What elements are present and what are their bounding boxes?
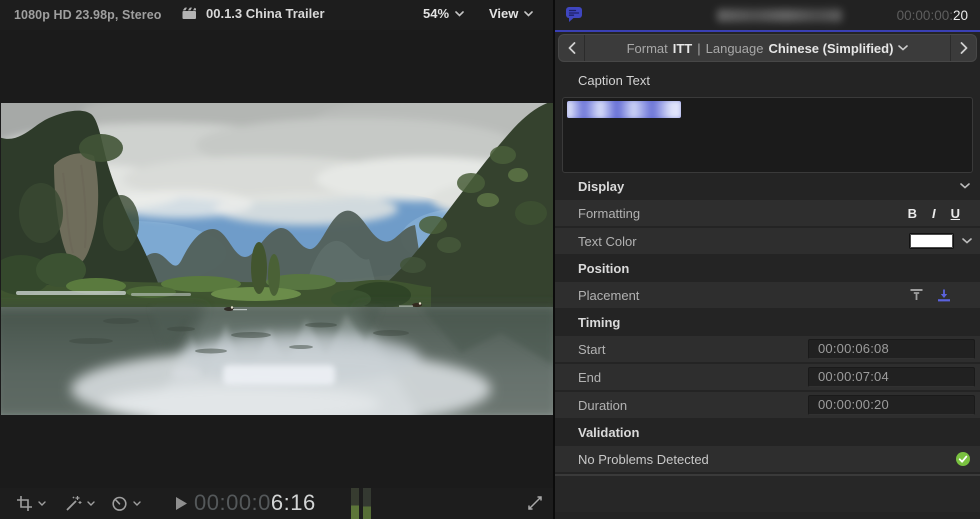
inspector-footer bbox=[555, 476, 980, 512]
next-caption-button[interactable] bbox=[950, 35, 976, 61]
underline-button[interactable]: U bbox=[951, 206, 960, 221]
magic-wand-icon bbox=[64, 495, 82, 512]
caption-inspector-pane: 00:00:00:20 Format ITT | Language Chines… bbox=[555, 0, 980, 519]
inspector-content: Caption Text Display Formatting B I bbox=[555, 64, 980, 512]
prev-caption-button[interactable] bbox=[559, 35, 585, 61]
end-row: End 00:00:07:04 bbox=[555, 364, 980, 390]
format-language-bar: Format ITT | Language Chinese (Simplifie… bbox=[558, 34, 977, 62]
retime-button[interactable] bbox=[111, 495, 141, 512]
audio-meter-left bbox=[351, 488, 359, 519]
section-header-display[interactable]: Display bbox=[555, 174, 980, 198]
crop-button[interactable] bbox=[16, 495, 46, 512]
video-frame bbox=[1, 103, 553, 415]
validation-status-text: No Problems Detected bbox=[555, 452, 709, 467]
duration-row: Duration 00:00:00:20 bbox=[555, 392, 980, 418]
start-row: Start 00:00:06:08 bbox=[555, 336, 980, 362]
chevron-down-icon bbox=[455, 11, 464, 17]
viewer-pane: 1080p HD 23.98p, Stereo 00.1.3 China Tra… bbox=[0, 0, 553, 519]
audio-meters bbox=[351, 488, 371, 519]
chevron-down-icon bbox=[133, 501, 141, 506]
caption-text-input[interactable] bbox=[562, 97, 973, 173]
zoom-dropdown[interactable]: 54% bbox=[423, 6, 464, 21]
viewer-topbar: 1080p HD 23.98p, Stereo 00.1.3 China Tra… bbox=[0, 0, 553, 30]
retime-gauge-icon bbox=[111, 495, 128, 512]
inspector-topbar: 00:00:00:20 bbox=[555, 0, 980, 30]
section-header-timing: Timing bbox=[555, 310, 980, 334]
viewer-video-canvas[interactable] bbox=[1, 103, 553, 415]
align-bottom-icon[interactable] bbox=[936, 288, 952, 302]
bold-button[interactable]: B bbox=[908, 206, 917, 221]
caption-badge-icon bbox=[565, 6, 584, 23]
color-swatch[interactable] bbox=[909, 233, 954, 249]
caption-text-label: Caption Text bbox=[578, 73, 650, 88]
chevron-down-icon[interactable] bbox=[962, 238, 972, 244]
end-timecode-field[interactable]: 00:00:07:04 bbox=[808, 367, 975, 387]
chevron-down-icon[interactable] bbox=[960, 183, 970, 189]
chevron-down-icon bbox=[524, 11, 533, 17]
chevron-down-icon bbox=[87, 501, 95, 506]
text-color-row: Text Color bbox=[555, 228, 980, 254]
duration-timecode-field[interactable]: 00:00:00:20 bbox=[808, 395, 975, 415]
caption-timecode: 00:00:00:20 bbox=[897, 8, 968, 23]
audio-meter-right bbox=[363, 488, 371, 519]
caption-text-selection-blurred bbox=[567, 101, 681, 118]
format-language-dropdown[interactable]: Format ITT | Language Chinese (Simplifie… bbox=[585, 35, 950, 61]
project-title: 00.1.3 China Trailer bbox=[206, 6, 325, 21]
viewer-toolbar: 00:00:06:16 bbox=[0, 488, 553, 519]
chevron-down-icon bbox=[898, 45, 908, 51]
section-header-position: Position bbox=[555, 256, 980, 280]
align-top-icon[interactable] bbox=[909, 288, 924, 302]
check-circle-icon bbox=[955, 451, 971, 467]
enhancements-button[interactable] bbox=[64, 495, 95, 512]
view-dropdown[interactable]: View bbox=[489, 6, 533, 21]
fcp-caption-editor: 1080p HD 23.98p, Stereo 00.1.3 China Tra… bbox=[0, 0, 980, 519]
placement-row: Placement bbox=[555, 282, 980, 308]
formatting-row: Formatting B I U bbox=[555, 200, 980, 226]
start-timecode-field[interactable]: 00:00:06:08 bbox=[808, 339, 975, 359]
project-title-group: 00.1.3 China Trailer bbox=[182, 6, 325, 21]
media-format-info: 1080p HD 23.98p, Stereo bbox=[14, 8, 162, 22]
expand-button[interactable] bbox=[527, 495, 543, 511]
caption-title-blurred bbox=[717, 9, 842, 22]
crop-icon bbox=[16, 495, 33, 512]
selection-accent-line bbox=[555, 30, 980, 32]
italic-button[interactable]: I bbox=[932, 206, 936, 221]
play-button[interactable] bbox=[176, 497, 187, 510]
clapperboard-icon bbox=[182, 7, 197, 20]
validation-status-row: No Problems Detected bbox=[555, 446, 980, 472]
playhead-timecode[interactable]: 00:00:06:16 bbox=[194, 490, 316, 516]
section-header-validation: Validation bbox=[555, 420, 980, 444]
chevron-down-icon bbox=[38, 501, 46, 506]
